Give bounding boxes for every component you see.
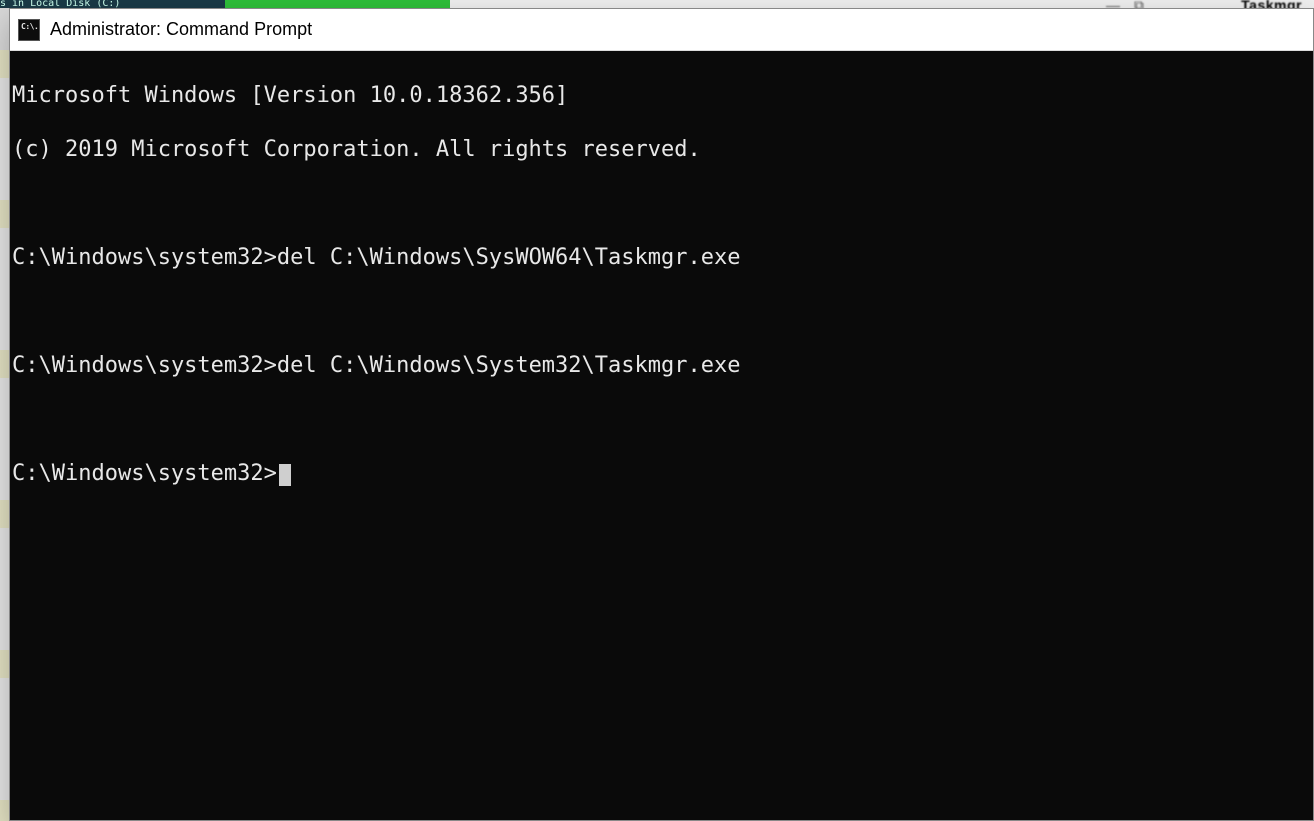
terminal-line: C:\Windows\system32>del C:\Windows\Syste… [10, 352, 1313, 379]
prompt: C:\Windows\system32> [12, 245, 277, 270]
terminal-output[interactable]: Microsoft Windows [Version 10.0.18362.35… [10, 51, 1313, 820]
terminal-line: C:\Windows\system32>del C:\Windows\SysWO… [10, 244, 1313, 271]
prompt: C:\Windows\system32> [12, 353, 277, 378]
terminal-line: (c) 2019 Microsoft Corporation. All righ… [10, 136, 1313, 163]
prompt: C:\Windows\system32> [12, 461, 277, 486]
background-explorer-text: s in Local Disk (C:) [0, 0, 225, 8]
titlebar[interactable]: Administrator: Command Prompt [10, 9, 1313, 51]
terminal-line: C:\Windows\system32> [10, 460, 1313, 487]
terminal-line [10, 406, 1313, 433]
cursor[interactable] [279, 464, 291, 486]
window-title: Administrator: Command Prompt [50, 19, 312, 40]
command-prompt-window: Administrator: Command Prompt Microsoft … [9, 8, 1314, 821]
cmd-icon [18, 19, 40, 41]
command-text: del C:\Windows\System32\Taskmgr.exe [277, 353, 741, 378]
terminal-line [10, 298, 1313, 325]
terminal-line [10, 190, 1313, 217]
background-left-artifact [0, 50, 9, 821]
terminal-line: Microsoft Windows [Version 10.0.18362.35… [10, 82, 1313, 109]
command-text: del C:\Windows\SysWOW64\Taskmgr.exe [277, 245, 741, 270]
